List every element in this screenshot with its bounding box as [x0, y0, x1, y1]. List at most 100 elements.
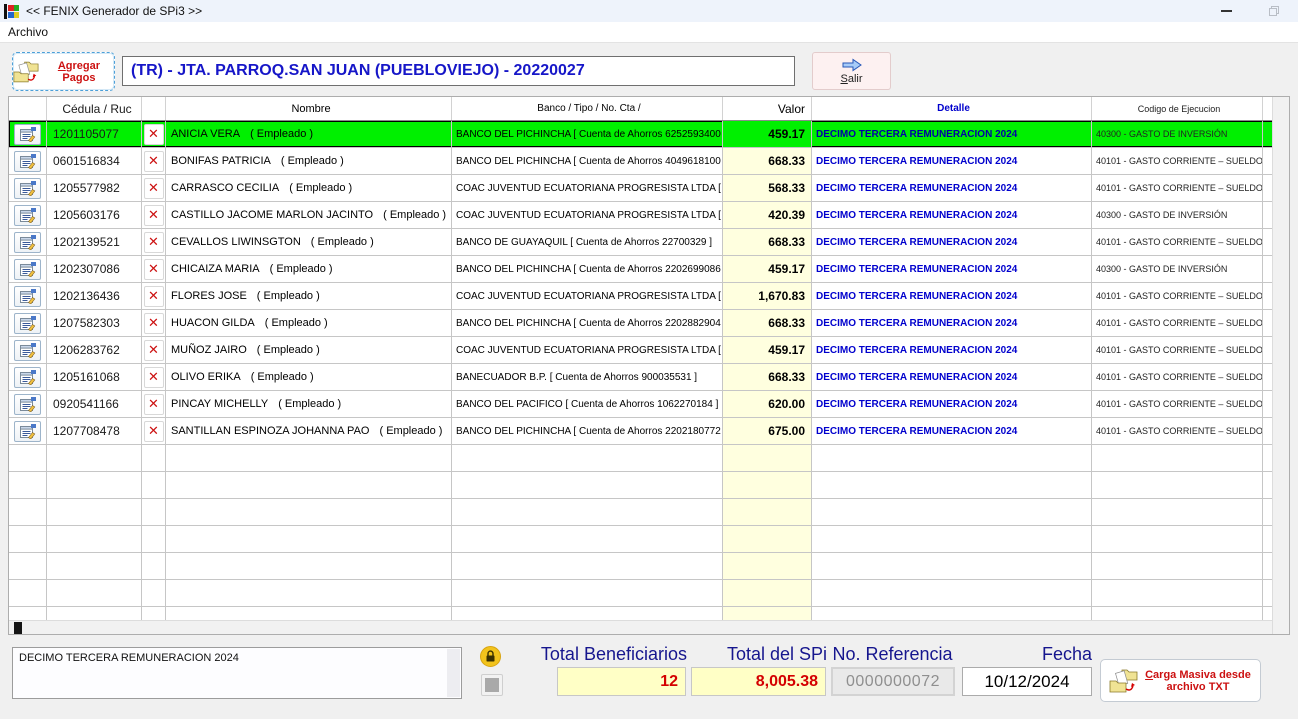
salir-label: Salir: [840, 73, 862, 85]
menu-archivo[interactable]: Archivo: [0, 25, 56, 39]
edit-row-button[interactable]: [14, 124, 41, 145]
delete-cell: [142, 445, 166, 471]
horizontal-scrollbar-thumb[interactable]: [14, 622, 22, 634]
edit-form-icon: [20, 262, 36, 277]
col-header-valor[interactable]: Valor: [723, 97, 812, 120]
total-spi-field: [691, 667, 826, 696]
detalle-memo-field[interactable]: DECIMO TERCERA REMUNERACION 2024: [12, 647, 462, 699]
nombre-text: ANICIA VERA: [171, 128, 240, 140]
edit-row-button[interactable]: [14, 313, 41, 334]
table-row[interactable]: 1205603176✕CASTILLO JACOME MARLON JACINT…: [9, 202, 1274, 229]
cedula-cell: 1201105077: [47, 121, 142, 147]
vertical-scrollbar[interactable]: [1272, 97, 1289, 634]
cedula-cell: 0920541166: [47, 391, 142, 417]
edit-cell: [9, 229, 47, 255]
delete-cell: ✕: [142, 175, 166, 201]
nombre-cell: [166, 580, 452, 606]
delete-row-button[interactable]: ✕: [144, 340, 164, 361]
nombre-text: BONIFAS PATRICIA: [171, 155, 271, 167]
valor-cell: 620.00: [723, 391, 812, 417]
entity-title-field[interactable]: [122, 56, 795, 86]
nombre-cell: FLORES JOSE( Empleado ): [166, 283, 452, 309]
delete-row-button[interactable]: ✕: [144, 259, 164, 280]
edit-cell: [9, 445, 47, 471]
banco-cell: COAC JUVENTUD ECUATORIANA PROGRESISTA LT…: [452, 283, 723, 309]
delete-row-button[interactable]: ✕: [144, 313, 164, 334]
edit-form-icon: [20, 181, 36, 196]
edit-row-button[interactable]: [14, 205, 41, 226]
col-header-banco[interactable]: Banco / Tipo / No. Cta /: [452, 97, 723, 120]
col-header-nombre[interactable]: Nombre: [166, 97, 452, 120]
edit-row-button[interactable]: [14, 367, 41, 388]
color-swatch-button[interactable]: [481, 674, 503, 696]
restore-button[interactable]: [1252, 0, 1296, 22]
table-row[interactable]: 1205161068✕OLIVO ERIKA( Empleado )BANECU…: [9, 364, 1274, 391]
table-row[interactable]: 0920541166✕PINCAY MICHELLY( Empleado )BA…: [9, 391, 1274, 418]
col-header-detalle[interactable]: Detalle: [812, 97, 1092, 120]
app-icon: [4, 4, 20, 19]
col-header-cedula[interactable]: Cédula / Ruc: [47, 97, 142, 120]
banco-cell: BANCO DEL PICHINCHA [ Cuenta de Ahorros …: [452, 148, 723, 174]
nombre-cell: MUÑOZ JAIRO( Empleado ): [166, 337, 452, 363]
table-row[interactable]: 1202139521✕CEVALLOS LIWINSGTON( Empleado…: [9, 229, 1274, 256]
delete-cell: ✕: [142, 283, 166, 309]
delete-row-button[interactable]: ✕: [144, 367, 164, 388]
delete-row-button[interactable]: ✕: [144, 178, 164, 199]
memo-scrollbar[interactable]: [447, 649, 460, 697]
restore-icon: [1269, 6, 1279, 16]
edit-row-button[interactable]: [14, 259, 41, 280]
cedula-cell: 1207708478: [47, 418, 142, 444]
salir-button[interactable]: Salir: [812, 52, 891, 90]
edit-row-button[interactable]: [14, 178, 41, 199]
edit-cell: [9, 364, 47, 390]
delete-row-button[interactable]: ✕: [144, 124, 164, 145]
delete-cell: [142, 499, 166, 525]
edit-row-button[interactable]: [14, 151, 41, 172]
banco-cell: COAC JUVENTUD ECUATORIANA PROGRESISTA LT…: [452, 175, 723, 201]
delete-row-button[interactable]: ✕: [144, 286, 164, 307]
nombre-text: MUÑOZ JAIRO: [171, 344, 247, 356]
table-row[interactable]: 1207708478✕SANTILLAN ESPINOZA JOHANNA PA…: [9, 418, 1274, 445]
total-beneficiarios-field: [557, 667, 686, 696]
delete-row-button[interactable]: ✕: [144, 232, 164, 253]
valor-cell: [723, 580, 812, 606]
table-row[interactable]: 1202307086✕CHICAIZA MARIA( Empleado )BAN…: [9, 256, 1274, 283]
edit-row-button[interactable]: [14, 421, 41, 442]
nombre-cell: CASTILLO JACOME MARLON JACINTO( Empleado…: [166, 202, 452, 228]
detalle-cell: DECIMO TERCERA REMUNERACION 2024: [812, 202, 1092, 228]
agregar-pagos-button[interactable]: Agregar Pagos: [12, 52, 115, 91]
col-header-edit: [9, 97, 47, 120]
edit-cell: [9, 526, 47, 552]
table-header-row: Cédula / Ruc Nombre Banco / Tipo / No. C…: [9, 97, 1274, 121]
tipo-text: ( Empleado ): [289, 182, 352, 194]
fecha-field[interactable]: [962, 667, 1092, 696]
table-row[interactable]: 0601516834✕BONIFAS PATRICIA( Empleado )B…: [9, 148, 1274, 175]
valor-cell: [723, 472, 812, 498]
delete-row-button[interactable]: ✕: [144, 151, 164, 172]
delete-row-button[interactable]: ✕: [144, 394, 164, 415]
carga-masiva-button[interactable]: Carga Masiva desde archivo TXT: [1100, 659, 1261, 702]
table-row[interactable]: 1205577982✕CARRASCO CECILIA( Empleado )C…: [9, 175, 1274, 202]
edit-row-button[interactable]: [14, 394, 41, 415]
horizontal-scrollbar[interactable]: [9, 620, 1274, 634]
valor-cell: 668.33: [723, 310, 812, 336]
edit-row-button[interactable]: [14, 286, 41, 307]
tipo-text: ( Empleado ): [311, 236, 374, 248]
table-row[interactable]: 1202136436✕FLORES JOSE( Empleado )COAC J…: [9, 283, 1274, 310]
codigo-cell: 40101 - GASTO CORRIENTE – SUELDOS: [1092, 175, 1263, 201]
nombre-cell: [166, 445, 452, 471]
codigo-cell: 40101 - GASTO CORRIENTE – SUELDOS: [1092, 337, 1263, 363]
table-row[interactable]: 1201105077✕ANICIA VERA( Empleado )BANCO …: [9, 121, 1274, 148]
minimize-button[interactable]: [1204, 0, 1248, 22]
col-header-codigo[interactable]: Codigo de Ejecucion: [1092, 97, 1263, 120]
table-row[interactable]: 1207582303✕HUACON GILDA( Empleado )BANCO…: [9, 310, 1274, 337]
delete-row-button[interactable]: ✕: [144, 205, 164, 226]
delete-row-button[interactable]: ✕: [144, 421, 164, 442]
edit-row-button[interactable]: [14, 232, 41, 253]
edit-row-button[interactable]: [14, 340, 41, 361]
codigo-cell: 40101 - GASTO CORRIENTE – SUELDOS: [1092, 364, 1263, 390]
banco-cell: COAC JUVENTUD ECUATORIANA PROGRESISTA LT…: [452, 337, 723, 363]
table-row[interactable]: 1206283762✕MUÑOZ JAIRO( Empleado )COAC J…: [9, 337, 1274, 364]
detalle-cell: [812, 580, 1092, 606]
codigo-cell: 40101 - GASTO CORRIENTE – SUELDOS: [1092, 310, 1263, 336]
